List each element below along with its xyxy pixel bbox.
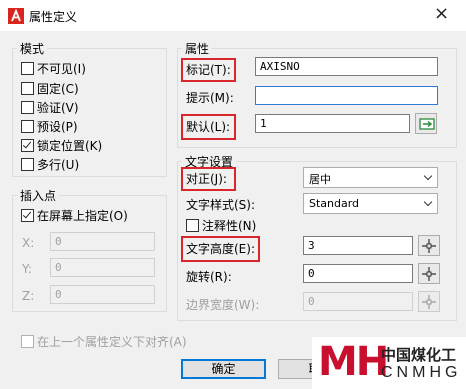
- crosshair-icon: [422, 267, 436, 281]
- z-label: Z:: [22, 289, 35, 303]
- z-coordinate-field[interactable]: 0: [50, 285, 155, 304]
- annotative-label: 注释性(N): [202, 219, 257, 233]
- close-icon[interactable]: ×: [434, 4, 449, 24]
- text-style-label: 文字样式(S):: [186, 198, 256, 212]
- prompt-field[interactable]: [255, 86, 438, 105]
- annotative-checkbox[interactable]: [186, 219, 199, 232]
- rotation-label: 旋转(R):: [186, 270, 232, 284]
- specify-on-screen-checkbox[interactable]: [21, 209, 34, 222]
- insert-field-button[interactable]: [415, 113, 437, 134]
- y-coordinate-field[interactable]: 0: [50, 258, 155, 277]
- preset-checkbox[interactable]: [21, 120, 34, 133]
- justify-select-value: 居中: [309, 173, 331, 186]
- justify-label: 对正(J):: [186, 172, 227, 186]
- mode-group: [12, 48, 167, 177]
- default-label: 默认(L):: [186, 120, 231, 134]
- prompt-label: 提示(M):: [186, 91, 234, 105]
- x-coordinate-field[interactable]: 0: [50, 232, 155, 251]
- preset-label: 预设(P): [37, 120, 78, 134]
- insert-field-icon: [419, 118, 435, 130]
- justify-select[interactable]: 居中: [303, 167, 438, 188]
- multiline-label: 多行(U): [37, 158, 80, 172]
- watermark-logo: MH: [318, 339, 389, 385]
- specify-on-screen-label: 在屏幕上指定(O): [37, 209, 128, 223]
- attribute-group-title: 属性: [182, 40, 213, 57]
- autocad-app-icon: [8, 8, 24, 24]
- chevron-down-icon: [423, 197, 433, 207]
- ok-button[interactable]: 确定: [181, 359, 266, 379]
- lock-position-checkbox[interactable]: [21, 139, 34, 152]
- chevron-down-icon: [423, 171, 433, 181]
- pick-height-button[interactable]: [418, 235, 440, 256]
- x-label: X:: [22, 236, 35, 250]
- pick-rotation-button[interactable]: [418, 263, 440, 284]
- crosshair-icon: [422, 239, 436, 253]
- invisible-label: 不可见(I): [37, 62, 86, 76]
- pick-boundary-button[interactable]: [418, 291, 440, 312]
- verify-checkbox[interactable]: [21, 101, 34, 114]
- tag-label: 标记(T):: [186, 63, 231, 77]
- boundary-width-label: 边界宽度(W):: [186, 298, 260, 312]
- watermark-english: CNMHG: [381, 364, 462, 381]
- lock-position-label: 锁定位置(K): [37, 139, 103, 153]
- crosshair-icon: [422, 295, 436, 309]
- y-label: Y:: [22, 262, 32, 276]
- text-style-select-value: Standard: [309, 197, 360, 210]
- default-value-field[interactable]: 1: [255, 114, 410, 133]
- mode-group-title: 模式: [17, 40, 48, 57]
- constant-checkbox[interactable]: [21, 82, 34, 95]
- text-height-field[interactable]: 3: [303, 236, 413, 255]
- text-style-select[interactable]: Standard: [303, 193, 438, 214]
- insertion-point-title: 插入点: [17, 187, 60, 204]
- watermark-chinese: 中国煤化工: [381, 346, 457, 364]
- rotation-field[interactable]: 0: [303, 264, 413, 283]
- align-below-label: 在上一个属性定义下对齐(A): [37, 335, 187, 349]
- align-below-checkbox[interactable]: [21, 335, 34, 348]
- invisible-checkbox[interactable]: [21, 62, 34, 75]
- text-height-label: 文字高度(E):: [186, 242, 255, 256]
- window-title: 属性定义: [29, 10, 78, 24]
- multiline-checkbox[interactable]: [21, 158, 34, 171]
- tag-field[interactable]: AXISNO: [255, 57, 438, 76]
- verify-label: 验证(V): [37, 101, 79, 115]
- boundary-width-field[interactable]: 0: [303, 292, 413, 311]
- constant-label: 固定(C): [37, 82, 79, 96]
